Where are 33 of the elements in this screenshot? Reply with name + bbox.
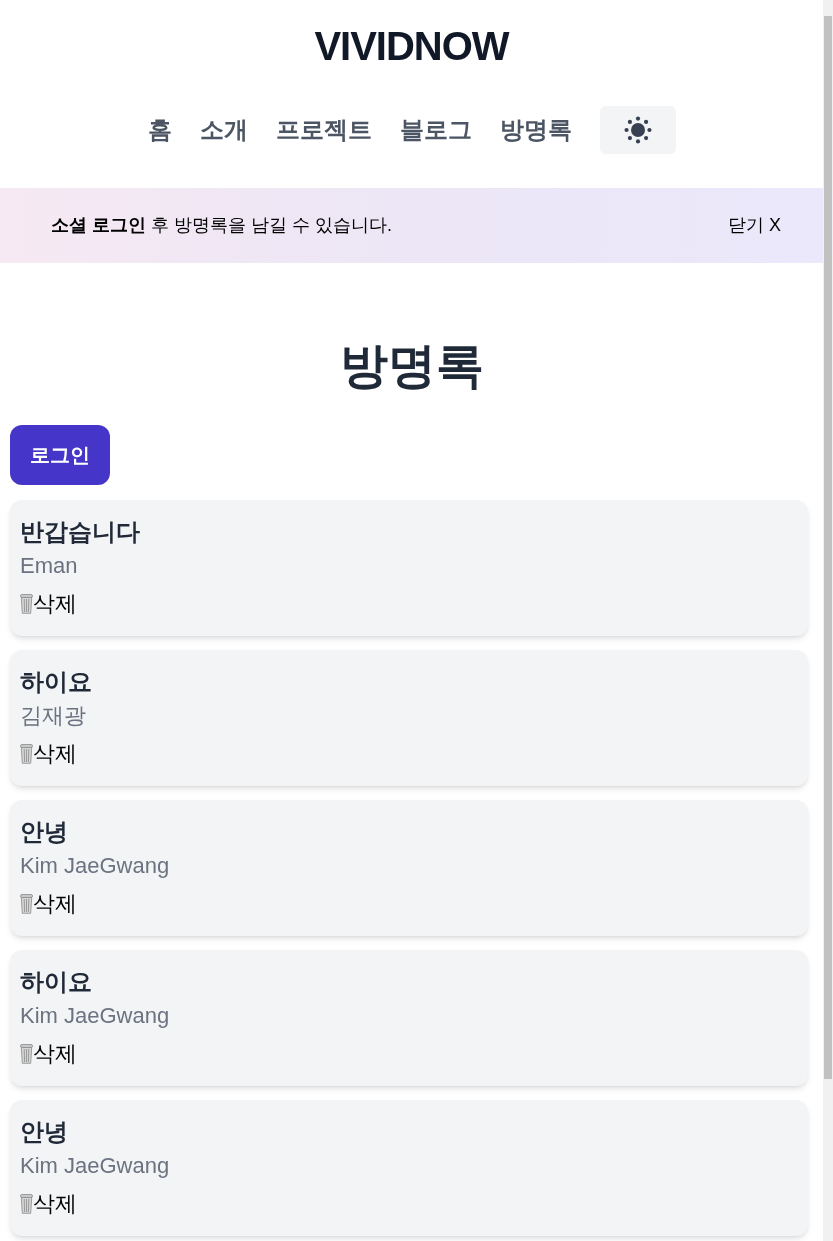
entry-author: Eman [20,552,78,580]
entry-author: Kim JaeGwang [20,1002,170,1030]
entry-message: 하이요 [20,667,92,697]
nav-link[interactable]: 소개 [199,112,248,148]
login-button[interactable]: 로그인 [10,425,110,485]
delete-button[interactable]: 삭제 [20,737,77,771]
wastebasket-icon [20,1044,33,1064]
sun-icon [623,116,652,144]
delete-button[interactable]: 삭제 [20,1037,77,1071]
entry-message: 안녕 [20,1117,68,1147]
site-logo[interactable]: VIVIDNOW [314,22,509,70]
nav-link[interactable]: 블로그 [399,112,472,148]
entry-author: Kim JaeGwang [20,1152,170,1180]
entry-message: 안녕 [20,817,68,847]
nav-link[interactable]: 프로젝트 [275,112,372,148]
nav-link[interactable]: 홈 [147,112,172,148]
entry-message: 반갑습니다 [20,517,140,547]
entry-message: 하이요 [20,967,92,997]
scrollbar-thumb[interactable] [824,16,832,1079]
delete-button[interactable]: 삭제 [20,887,77,921]
entry-author: 김재광 [20,702,86,730]
delete-button[interactable]: 삭제 [20,587,77,621]
banner-message: 소셜 로그인 후 방명록을 남길 수 있습니다. [51,214,393,237]
theme-toggle-button[interactable] [599,106,676,154]
delete-button[interactable]: 삭제 [20,1187,77,1221]
wastebasket-icon [20,894,33,914]
wastebasket-icon [20,744,33,764]
page-title: 방명록 [338,338,485,394]
banner-close-button[interactable]: 닫기 X [728,212,781,239]
wastebasket-icon [20,594,33,614]
nav-link[interactable]: 방명록 [499,112,572,148]
entry-author: Kim JaeGwang [20,852,170,880]
wastebasket-icon [20,1194,33,1214]
